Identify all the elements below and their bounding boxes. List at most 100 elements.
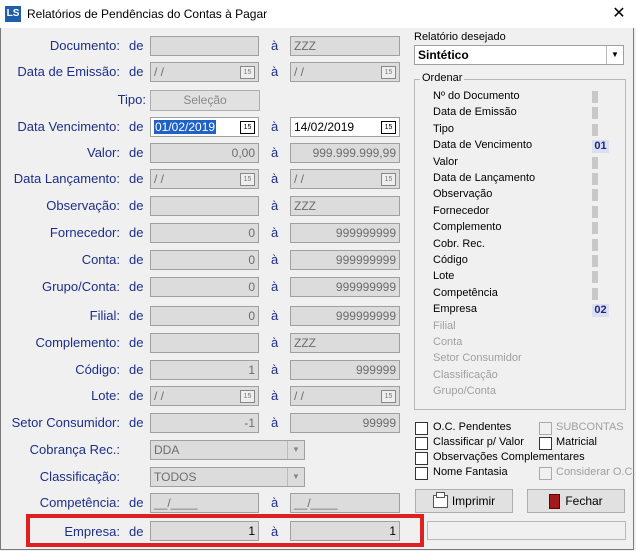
order-item-label[interactable]: Cobr. Rec. [433,238,485,250]
calendar-icon[interactable]: 15 [381,390,396,403]
matricial-checkbox[interactable] [539,437,552,450]
classificacao-select[interactable]: TODOS ▼ [150,467,305,487]
conta-from-input[interactable]: 0 [150,250,259,270]
title-bar: LS Relatórios de Pendências do Contas à … [0,0,636,28]
oc-pendentes-checkbox[interactable] [415,422,428,435]
nome-fantasia-checkbox[interactable] [415,467,428,480]
filial-to-input[interactable]: 999999999 [290,306,400,326]
chevron-down-icon[interactable]: ▼ [606,46,623,64]
competencia-to-input[interactable]: __/____ [290,493,400,513]
order-priority-slot[interactable] [592,255,598,267]
order-priority[interactable]: 02 [592,304,609,317]
grupo-de: de [129,279,144,294]
order-item-label[interactable]: Grupo/Conta [433,385,496,397]
order-item-label[interactable]: Lote [433,270,454,282]
calendar-icon[interactable]: 15 [240,121,255,134]
order-priority-slot[interactable] [592,239,598,251]
fornecedor-to-input[interactable]: 999999999 [290,223,400,243]
fechar-button[interactable]: Fechar [527,489,625,513]
order-priority-slot[interactable] [592,157,598,169]
order-item-label[interactable]: Data de Emissão [433,106,517,118]
order-item-label[interactable]: Valor [433,156,458,168]
observacao-from-input[interactable] [150,196,259,216]
lote-from-input[interactable]: / /15 [150,386,259,406]
setor-from-input[interactable]: -1 [150,413,259,433]
codigo-label: Código: [75,362,120,377]
order-item-label[interactable]: Filial [433,320,456,332]
complemento-from-input[interactable] [150,333,259,353]
order-item-label[interactable]: Código [433,254,468,266]
subcontas-checkbox[interactable] [539,422,552,435]
order-item-label[interactable]: Setor Consumidor [433,352,522,364]
vencimento-to-input[interactable]: 14/02/2019 15 [290,117,400,137]
order-priority-slot[interactable] [592,91,598,103]
setor-label: Setor Consumidor: [11,415,120,430]
grupo-to-input[interactable]: 999999999 [290,277,400,297]
documento-from-input[interactable] [150,36,259,56]
order-priority[interactable]: 01 [592,140,609,153]
setor-de: de [129,415,144,430]
conta-a: à [271,252,279,267]
imprimir-label: Imprimir [451,494,496,508]
fornecedor-from-input[interactable]: 0 [150,223,259,243]
lote-a: à [271,388,279,403]
relatorio-select[interactable]: Sintético ▼ [414,45,624,65]
valor-to-input[interactable]: 999.999.999,99 [290,143,400,163]
calendar-icon[interactable]: 15 [381,66,396,79]
order-priority-slot[interactable] [592,222,598,234]
order-priority-slot[interactable] [592,173,598,185]
order-item-label[interactable]: Empresa [433,303,477,315]
emissao-to-input[interactable]: / /15 [290,62,400,82]
observacoes-checkbox[interactable] [415,452,428,465]
conta-to-input[interactable]: 999999999 [290,250,400,270]
lancamento-from-input[interactable]: / /15 [150,169,259,189]
imprimir-button[interactable]: Imprimir [415,489,513,513]
complemento-to-input[interactable]: ZZZ [290,333,400,353]
order-priority-slot[interactable] [592,124,598,136]
order-item-label[interactable]: Data de Vencimento [433,139,532,151]
chevron-down-icon[interactable]: ▼ [287,441,304,459]
considerar-oc-checkbox[interactable] [539,467,552,480]
cobranca-select[interactable]: DDA ▼ [150,440,305,460]
competencia-a: à [271,495,279,510]
order-priority-slot[interactable] [592,206,598,218]
tipo-selecao-button[interactable]: Seleção [150,90,260,111]
order-item-label[interactable]: Complemento [433,221,501,233]
close-icon[interactable]: ✕ [602,0,636,28]
grupo-from-input[interactable]: 0 [150,277,259,297]
order-item-label[interactable]: Data de Lançamento [433,172,535,184]
order-priority-slot[interactable] [592,107,598,119]
lote-to-input[interactable]: / /15 [290,386,400,406]
lancamento-label: Data Lançamento: [13,171,120,186]
order-priority-slot[interactable] [592,288,598,300]
calendar-icon[interactable]: 15 [381,121,396,134]
order-item-label[interactable]: Tipo [433,123,454,135]
codigo-from-input[interactable]: 1 [150,360,259,380]
order-priority-slot[interactable] [592,189,598,201]
printer-icon [432,492,448,509]
emissao-from-input[interactable]: / /15 [150,62,259,82]
documento-to-input[interactable]: ZZZ [290,36,400,56]
valor-from-input[interactable]: 0,00 [150,143,259,163]
calendar-icon[interactable]: 15 [381,173,396,186]
order-item-label[interactable]: Classificação [433,369,498,381]
order-item-label[interactable]: Observação [433,188,492,200]
filial-from-input[interactable]: 0 [150,306,259,326]
order-item-label[interactable]: Competência [433,287,498,299]
calendar-icon[interactable]: 15 [240,390,255,403]
calendar-icon[interactable]: 15 [240,66,255,79]
filial-label: Filial: [89,308,120,323]
order-item-label[interactable]: Nº do Documento [433,90,520,102]
calendar-icon[interactable]: 15 [240,173,255,186]
vencimento-from-input[interactable]: 01/02/2019 15 [150,117,259,137]
order-item-label[interactable]: Fornecedor [433,205,489,217]
codigo-to-input[interactable]: 999999 [290,360,400,380]
chevron-down-icon[interactable]: ▼ [287,468,304,486]
competencia-from-input[interactable]: __/____ [150,493,259,513]
setor-to-input[interactable]: 99999 [290,413,400,433]
order-item-label[interactable]: Conta [433,336,462,348]
observacao-to-input[interactable]: ZZZ [290,196,400,216]
lancamento-to-input[interactable]: / /15 [290,169,400,189]
order-priority-slot[interactable] [592,271,598,283]
classificar-valor-checkbox[interactable] [415,437,428,450]
